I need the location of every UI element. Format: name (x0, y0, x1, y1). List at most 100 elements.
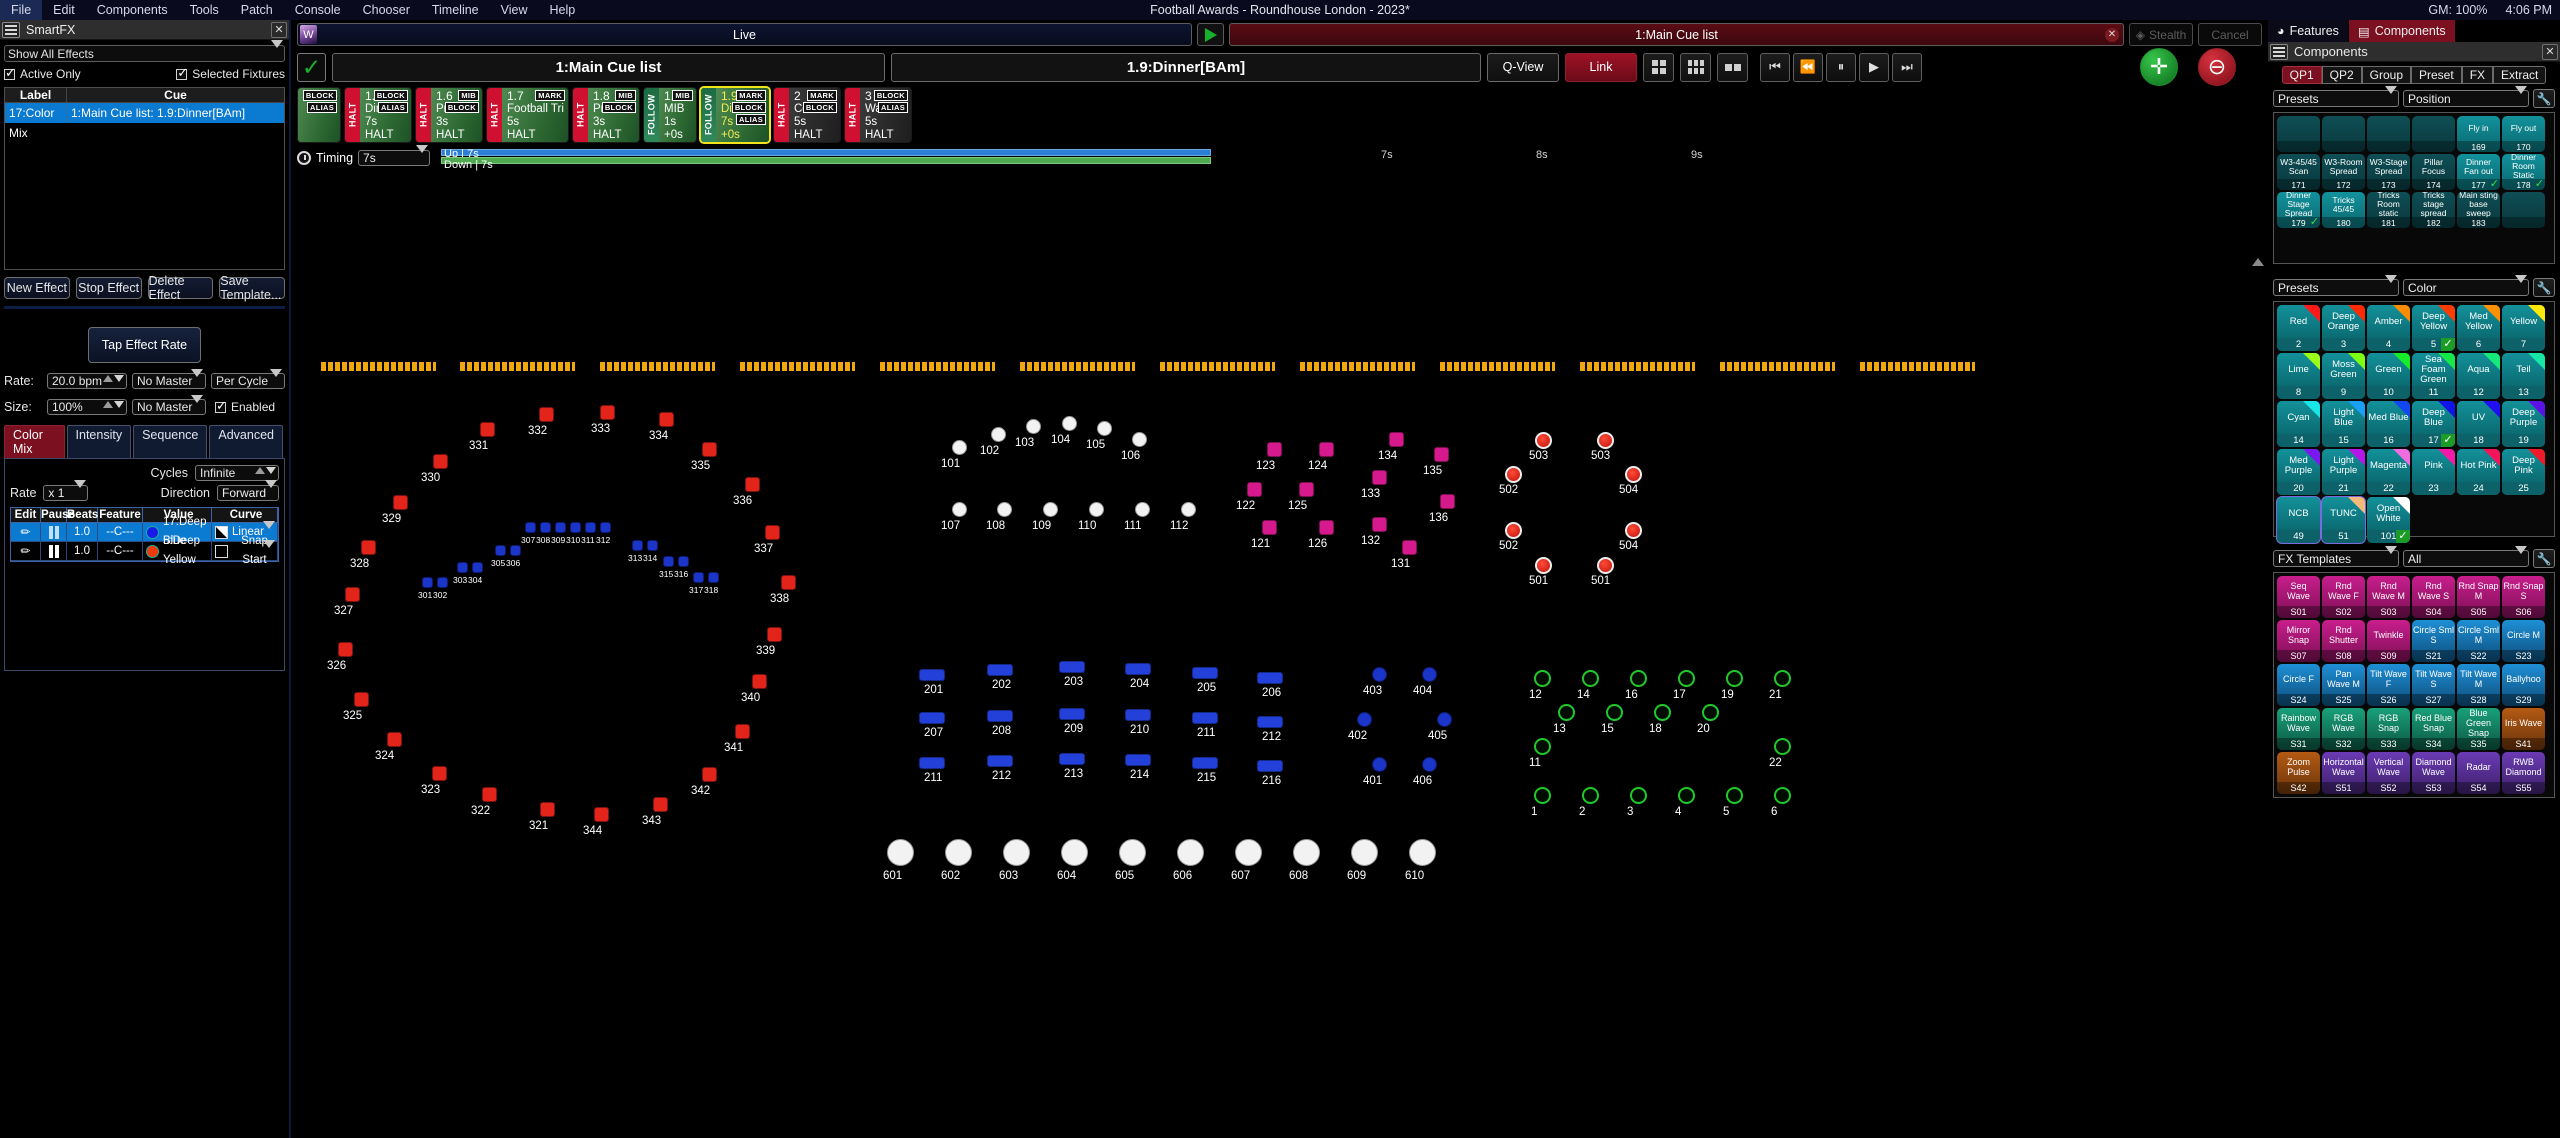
fixture[interactable] (1625, 466, 1642, 483)
fixture[interactable] (752, 674, 767, 689)
edit-pencil-icon[interactable]: ✏ (11, 542, 41, 560)
fixture[interactable] (437, 577, 448, 588)
fx-template-cell[interactable]: Red Blue SnapS34 (2412, 708, 2455, 750)
grid-view-button[interactable] (1643, 53, 1674, 82)
color-preset-cell[interactable]: Med Blue16 (2367, 401, 2410, 447)
fixture[interactable] (1319, 442, 1334, 457)
fx-template-cell[interactable]: Rainbow WaveS31 (2277, 708, 2320, 750)
color-preset-cell[interactable]: Deep Purple19 (2502, 401, 2545, 447)
fixture[interactable] (1372, 470, 1387, 485)
fixture[interactable] (457, 562, 468, 573)
fixture[interactable] (702, 767, 717, 782)
effect-rate-select[interactable]: x 1 (43, 485, 88, 501)
cycles-input[interactable]: Infinite (195, 465, 279, 481)
fixture[interactable] (1389, 432, 1404, 447)
mode-qp2[interactable]: QP2 (2322, 66, 2362, 84)
chevron-down-icon[interactable] (2515, 282, 2527, 298)
fixture[interactable] (1192, 667, 1218, 679)
tab-sequence[interactable]: Sequence (133, 425, 207, 458)
fixture[interactable] (1535, 557, 1552, 574)
color-preset-cell[interactable]: Moss Green9 (2322, 353, 2365, 399)
fixture[interactable] (345, 587, 360, 602)
cue-item-selected[interactable]: FOLLOW 1.9 Dinner 7s +0s MARK BLOCK ALIA… (700, 87, 770, 143)
fixture[interactable] (991, 427, 1006, 442)
fixture[interactable] (1597, 432, 1614, 449)
color-preset-cell[interactable]: Deep Yellow5✓ (2412, 305, 2455, 351)
fixture[interactable] (1177, 839, 1204, 866)
color-preset-cell[interactable]: Deep Pink25 (2502, 449, 2545, 495)
rate-input[interactable]: 20.0 bpm (47, 373, 127, 389)
menu-item-file[interactable]: File (0, 0, 42, 20)
fixture[interactable] (647, 540, 658, 551)
fixture[interactable] (1299, 482, 1314, 497)
fixture[interactable] (1257, 716, 1283, 728)
fixture[interactable] (1726, 787, 1743, 804)
save-template-button[interactable]: Save Template... (219, 277, 285, 299)
fixture[interactable] (1293, 839, 1320, 866)
fixture[interactable] (653, 797, 668, 812)
fixture[interactable] (555, 522, 566, 533)
fx-template-cell[interactable]: Seq WaveS01 (2277, 576, 2320, 618)
fixture[interactable] (361, 540, 376, 555)
fixture[interactable] (539, 407, 554, 422)
position-type-select[interactable]: Position (2403, 90, 2529, 107)
fixture[interactable] (422, 577, 433, 588)
menu-item-patch[interactable]: Patch (230, 0, 284, 20)
color-preset-cell[interactable]: NCB49 (2277, 497, 2320, 543)
color-preset-cell[interactable]: Cyan14 (2277, 401, 2320, 447)
fixture[interactable] (1097, 421, 1112, 436)
fixture[interactable] (1357, 712, 1372, 727)
tab-color-mix[interactable]: Color Mix (4, 425, 65, 458)
step-value-cell[interactable]: 5:Deep Yellow (143, 542, 212, 560)
preset-cell[interactable]: Fly in 169 (2457, 116, 2500, 152)
fixture[interactable] (1132, 432, 1147, 447)
fx-template-cell[interactable]: RGB WaveS32 (2322, 708, 2365, 750)
chevron-down-icon[interactable] (191, 377, 203, 391)
fx-template-cell[interactable]: RadarS54 (2457, 752, 2500, 794)
scroll-up-icon[interactable] (2252, 243, 2264, 258)
step-curve-select[interactable]: Snap Start (212, 542, 278, 560)
led-strip[interactable] (1720, 362, 1835, 371)
menu-item-console[interactable]: Console (284, 0, 352, 20)
color-preset-cell[interactable]: Deep Blue17✓ (2412, 401, 2455, 447)
fixture[interactable] (1726, 670, 1743, 687)
preset-cell[interactable]: Dinner Fan out 177 ✓ (2457, 154, 2500, 190)
fixture[interactable] (765, 525, 780, 540)
color-preset-cell[interactable]: TUNC51 (2322, 497, 2365, 543)
preset-cell[interactable]: W3-Stage Spread 173 (2367, 154, 2410, 190)
fixture[interactable] (678, 556, 689, 567)
fixture[interactable] (1062, 416, 1077, 431)
fx-template-cell[interactable]: BallyhooS29 (2502, 664, 2545, 706)
fixture[interactable] (570, 522, 581, 533)
fixture[interactable] (1119, 839, 1146, 866)
fixture[interactable] (952, 502, 967, 517)
fixture[interactable] (1630, 670, 1647, 687)
cue-item[interactable]: HALT 1.6 Pre Footb 3s HALT MIB BLOCK (415, 87, 483, 143)
fixture[interactable] (1181, 502, 1196, 517)
color-preset-cell[interactable]: Amber4 (2367, 305, 2410, 351)
active-only-checkbox[interactable] (4, 69, 15, 80)
fixture[interactable] (1774, 787, 1791, 804)
tab-intensity[interactable]: Intensity (67, 425, 132, 458)
fixture[interactable] (1625, 522, 1642, 539)
fx-template-cell[interactable]: Rnd ShutterS08 (2322, 620, 2365, 662)
color-preset-cell[interactable]: Sea Foam Green11 (2412, 353, 2455, 399)
led-strip[interactable] (600, 362, 715, 371)
led-strip[interactable] (460, 362, 575, 371)
fixture[interactable] (745, 477, 760, 492)
fx-template-cell[interactable]: Rnd Wave FS02 (2322, 576, 2365, 618)
preset-cell[interactable]: Tricks Room static 181 (2367, 192, 2410, 228)
chevron-down-icon[interactable] (2515, 93, 2527, 109)
color-preset-cell[interactable]: Light Purple21 (2322, 449, 2365, 495)
color-preset-cell[interactable]: Med Yellow6 (2457, 305, 2500, 351)
preset-cell[interactable]: Dinner Room Static 178 ✓ (2502, 154, 2545, 190)
cue-item[interactable]: HALT 1.7 Football Tricks 5s HALT MARK (486, 87, 569, 143)
menu-item-chooser[interactable]: Chooser (352, 0, 421, 20)
link-button[interactable]: Link (1565, 53, 1637, 82)
fixture[interactable] (1440, 494, 1455, 509)
fixture[interactable] (663, 556, 674, 567)
chevron-down-icon[interactable] (2515, 553, 2527, 569)
menu-item-view[interactable]: View (490, 0, 539, 20)
fixture[interactable] (540, 522, 551, 533)
chevron-down-icon[interactable] (2385, 93, 2397, 109)
